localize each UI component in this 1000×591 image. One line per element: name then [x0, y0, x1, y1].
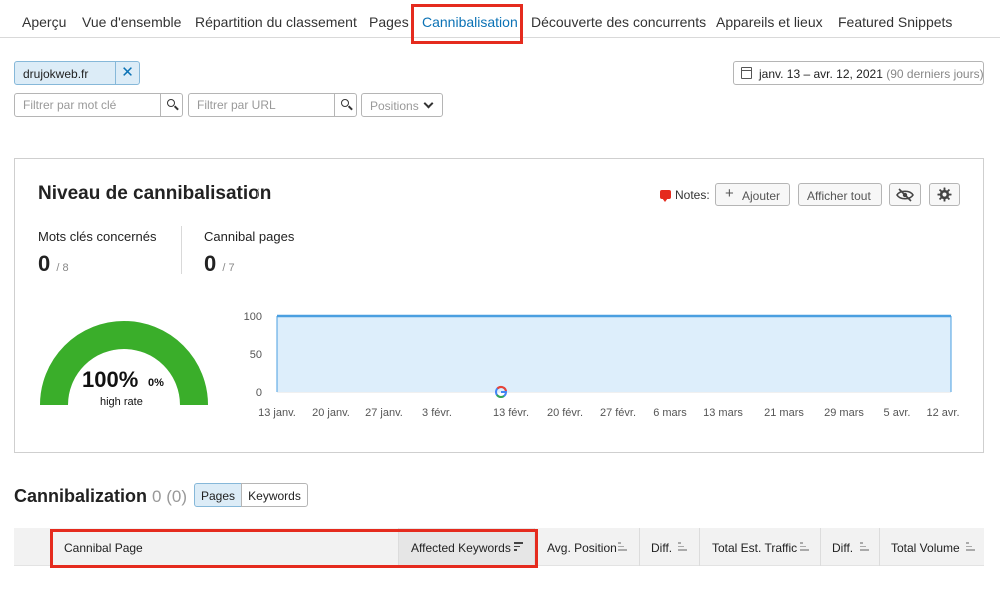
search-icon [341, 99, 349, 107]
show-all-notes-button[interactable]: Afficher tout [798, 183, 882, 206]
close-icon[interactable]: ✕ [115, 62, 139, 84]
x-tick-label: 3 févr. [422, 407, 452, 419]
add-note-label: Ajouter [742, 189, 781, 203]
tab-pages[interactable]: Pages [369, 14, 409, 30]
keyword-filter-input[interactable] [15, 94, 160, 116]
x-tick-label: 20 févr. [547, 407, 583, 419]
search-icon [167, 99, 175, 107]
tab-vue-ensemble[interactable]: Vue d'ensemble [82, 14, 181, 30]
col-avg-position[interactable]: Avg. Position [534, 528, 639, 566]
url-filter [188, 93, 357, 117]
sort-icon [966, 542, 975, 551]
calendar-icon [741, 67, 752, 79]
y-tick-label: 50 [250, 349, 262, 361]
url-search-button[interactable] [334, 94, 356, 116]
notes-flag-icon [660, 190, 671, 202]
gauge-label: high rate [100, 396, 143, 408]
sort-icon [678, 542, 687, 551]
section-title: Cannibalization 0 (0) [14, 486, 187, 506]
col-diff-traffic[interactable]: Diff. [820, 528, 879, 566]
x-tick-label: 5 avr. [884, 407, 911, 419]
settings-button[interactable] [929, 183, 960, 206]
toggle-pages[interactable]: Pages [194, 483, 242, 507]
highlight-box-tab [411, 4, 523, 44]
tab-decouverte-concurrents[interactable]: Découverte des concurrents [531, 14, 706, 30]
sort-icon [800, 542, 809, 551]
panel-title: Niveau de cannibalisation [38, 183, 272, 204]
x-tick-label: 21 mars [764, 407, 804, 419]
x-tick-label: 13 févr. [493, 407, 529, 419]
cannibal-pages-label: Cannibal pages [204, 229, 295, 244]
gauge-percent: 100% [82, 367, 139, 392]
x-tick-label: 12 avr. [926, 407, 959, 419]
x-tick-label: 13 mars [703, 407, 743, 419]
series-area [277, 316, 951, 392]
positions-dropdown[interactable]: Positions [361, 93, 443, 117]
cannibalisation-chart: 100 50 0 13 janv. 20 janv. 27 janv. 3 févr. 13 … [244, 311, 960, 419]
highlight-box-columns [50, 529, 538, 568]
chevron-down-icon [423, 98, 434, 109]
date-range-sub: (90 derniers jours) [886, 67, 984, 81]
y-tick-label: 0 [256, 387, 262, 399]
gauge-secondary: 0% [148, 377, 164, 389]
x-tick-label: 27 févr. [600, 407, 636, 419]
url-filter-input[interactable] [189, 94, 334, 116]
affected-keywords-value: 0 / 8 [38, 251, 69, 276]
gear-icon [937, 187, 952, 202]
cannibal-pages-total: / 7 [222, 262, 235, 274]
tab-repartition-classement[interactable]: Répartition du classement [195, 14, 357, 30]
keyword-search-button[interactable] [160, 94, 182, 116]
stats-divider [181, 226, 182, 274]
cannibalisation-panel: Niveau de cannibalisation i Notes: + Ajo… [14, 158, 984, 453]
show-all-label: Afficher tout [807, 189, 871, 203]
cannibal-pages-value: 0 / 7 [204, 251, 235, 276]
x-tick-label: 27 janv. [365, 407, 403, 419]
x-tick-label: 20 janv. [312, 407, 350, 419]
sort-icon [618, 542, 627, 551]
info-icon[interactable]: i [256, 185, 260, 201]
affected-keywords-label: Mots clés concernés [38, 229, 157, 244]
notes-label: Notes: [675, 188, 710, 202]
affected-keywords-total: / 8 [56, 262, 69, 274]
eye-off-icon [896, 188, 914, 202]
keyword-filter [14, 93, 183, 117]
date-range-button[interactable]: janv. 13 – avr. 12, 2021 (90 derniers jo… [733, 61, 984, 85]
domain-chip-label: drujokweb.fr [23, 67, 89, 81]
positions-label: Positions [370, 99, 419, 113]
section-count: 0 (0) [152, 487, 187, 506]
tab-appareils-lieux[interactable]: Appareils et lieux [716, 14, 823, 30]
add-note-button[interactable]: + Ajouter [715, 183, 790, 206]
x-tick-label: 29 mars [824, 407, 864, 419]
col-total-est-traffic[interactable]: Total Est. Traffic [699, 528, 820, 566]
x-tick-label: 13 janv. [258, 407, 296, 419]
toggle-keywords[interactable]: Keywords [241, 483, 308, 507]
hide-notes-button[interactable] [889, 183, 921, 206]
domain-chip: drujokweb.fr ✕ [14, 61, 140, 85]
tab-apercu[interactable]: Aperçu [22, 14, 66, 30]
y-tick-label: 100 [244, 311, 262, 323]
col-diff-position[interactable]: Diff. [639, 528, 699, 566]
col-total-volume[interactable]: Total Volume [879, 528, 984, 566]
x-tick-label: 6 mars [653, 407, 687, 419]
sort-icon [860, 542, 869, 551]
date-range-label: janv. 13 – avr. 12, 2021 [759, 67, 883, 81]
tab-featured-snippets[interactable]: Featured Snippets [838, 14, 952, 30]
plus-icon: + [725, 185, 734, 202]
